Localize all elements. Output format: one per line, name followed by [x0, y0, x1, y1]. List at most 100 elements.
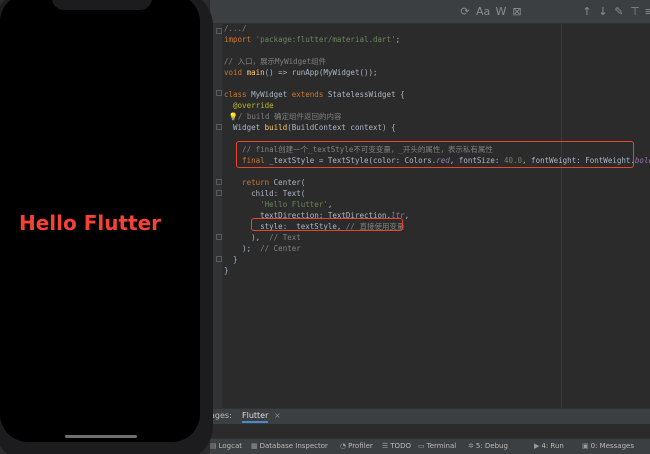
fold-marker-icon[interactable]	[216, 190, 222, 196]
tool-button-label: 0: Messages	[590, 442, 634, 450]
code-token: 'Hello Flutter'	[224, 200, 328, 209]
code-token: 💡	[224, 112, 238, 121]
code-token: build	[264, 123, 288, 132]
regex-icon[interactable]: ⊠	[510, 5, 524, 19]
refresh-icon[interactable]: ⟳	[458, 5, 472, 19]
filter-icon[interactable]: ⊤	[628, 5, 642, 19]
arrow-up-icon[interactable]: ↑	[580, 5, 594, 19]
code-line[interactable]: ), // Text	[224, 232, 301, 243]
code-token: }	[224, 266, 229, 275]
tool-button-label: Terminal	[426, 442, 457, 450]
tool-button-terminal[interactable]: ▭ Terminal	[418, 442, 456, 450]
highlight-box-style	[251, 218, 403, 231]
code-token: Widget	[224, 123, 265, 132]
code-line[interactable]: Widget build(BuildContext context) {	[224, 122, 396, 133]
more-icon[interactable]: ≡	[642, 5, 650, 19]
tab-flutter[interactable]: Flutter	[242, 411, 269, 423]
arrow-down-icon[interactable]: ↓	[596, 5, 610, 19]
code-token: class	[224, 90, 252, 99]
fold-marker-icon[interactable]	[216, 256, 222, 262]
code-token: // 入口，展示MyWidget组件	[224, 57, 327, 66]
code-token: void	[224, 68, 247, 77]
code-token: // Center	[255, 244, 301, 253]
whole-word-toggle[interactable]: W	[494, 5, 508, 19]
tool-button-label: TODO	[390, 442, 411, 450]
hello-flutter-text: Hello Flutter	[18, 211, 162, 235]
tool-button-label: Profiler	[348, 442, 373, 450]
code-line[interactable]: }	[224, 254, 238, 265]
code-line[interactable]: // 入口，展示MyWidget组件	[224, 56, 326, 67]
editor-toolbar: ⟳ Aa W ⊠ ↑ ↓ ✎ ⊤ ≡	[210, 0, 650, 24]
code-line[interactable]: 💡/ build 确定组件返回的内容	[224, 111, 342, 122]
code-token: ;	[395, 35, 401, 44]
code-token: @override	[224, 101, 274, 110]
code-line[interactable]: import 'package:flutter/material.dart';	[224, 34, 400, 45]
home-indicator[interactable]	[65, 435, 137, 438]
code-token: () => runApp(MyWidget());	[264, 68, 378, 77]
tool-button-debug[interactable]: ✲ 5: Debug	[468, 442, 508, 450]
tool-button-run[interactable]: ▶ 4: Run	[534, 442, 564, 450]
match-case-toggle[interactable]: Aa	[476, 5, 490, 19]
code-token: MyWidget	[251, 90, 292, 99]
tool-button-label: 4: Run	[541, 442, 564, 450]
code-token: Center(	[273, 178, 306, 187]
code-token: child: Text(	[224, 189, 306, 198]
todo-icon: ☰	[382, 442, 389, 450]
code-token: // Text	[264, 233, 301, 242]
phone-frame: Hello Flutter	[0, 0, 213, 454]
code-token: import	[224, 35, 256, 44]
code-line[interactable]: 'Hello Flutter',	[224, 199, 332, 210]
run-icon: ▶	[534, 442, 540, 450]
code-token: extends	[291, 90, 328, 99]
phone-screen: Hello Flutter	[0, 0, 200, 442]
tool-window-body	[210, 424, 650, 438]
code-line[interactable]: @override	[224, 100, 274, 111]
tool-button-logcat[interactable]: ▤ Logcat	[210, 442, 242, 450]
code-token: }	[224, 255, 238, 264]
debug-icon: ✲	[468, 442, 474, 450]
tool-button-label: Logcat	[218, 442, 243, 450]
fold-marker-icon[interactable]	[216, 179, 222, 185]
tool-button-label: Database Inspector	[259, 442, 328, 450]
tool-window-header: ages: Flutter ×	[210, 408, 650, 424]
highlight-box-textstyle	[236, 141, 634, 168]
tab-close-icon[interactable]: ×	[274, 411, 281, 420]
code-line[interactable]: /.../	[224, 23, 247, 34]
tool-button-label: 5: Debug	[475, 442, 508, 450]
tool-button-database[interactable]: ▦ Database Inspector	[251, 442, 328, 450]
tool-button-messages[interactable]: ▣ 0: Messages	[582, 442, 634, 450]
code-line[interactable]: class MyWidget extends StatelessWidget {	[224, 89, 405, 100]
code-token: ,	[404, 211, 410, 220]
code-token: (BuildContext context) {	[287, 123, 396, 132]
code-line[interactable]: void main() => runApp(MyWidget());	[224, 67, 378, 78]
code-line[interactable]: }	[224, 265, 229, 276]
fold-marker-icon[interactable]	[216, 28, 222, 34]
code-token: main	[246, 68, 265, 77]
tool-window-label: ages:	[210, 411, 232, 420]
code-token: 'package:flutter/material.dart'	[255, 35, 396, 44]
code-token: /.../	[224, 24, 247, 33]
code-token: bold	[634, 156, 650, 165]
fold-marker-icon[interactable]	[216, 90, 222, 96]
code-token: ),	[224, 233, 265, 242]
profiler-icon: ◔	[340, 442, 347, 450]
code-token: ,	[327, 200, 333, 209]
fold-marker-icon[interactable]	[216, 124, 222, 130]
phone-notch	[52, 0, 152, 10]
fold-marker-icon[interactable]	[216, 234, 222, 240]
code-token: / build 确定组件返回的内容	[237, 112, 342, 121]
pin-icon[interactable]: ✎	[612, 5, 626, 19]
code-line[interactable]: child: Text(	[224, 188, 305, 199]
code-token: );	[224, 244, 256, 253]
code-line[interactable]: return Center(	[224, 177, 305, 188]
tool-button-todo[interactable]: ☰ TODO	[382, 442, 411, 450]
messages-icon: ▣	[582, 442, 589, 450]
code-token: return	[224, 178, 274, 187]
right-margin-guide	[561, 24, 562, 408]
code-token: StatelessWidget {	[327, 90, 405, 99]
database-icon: ▦	[251, 442, 258, 450]
code-line[interactable]: ); // Center	[224, 243, 301, 254]
logcat-icon: ▤	[210, 442, 217, 450]
terminal-icon: ▭	[418, 442, 425, 450]
tool-button-profiler[interactable]: ◔ Profiler	[340, 442, 373, 450]
